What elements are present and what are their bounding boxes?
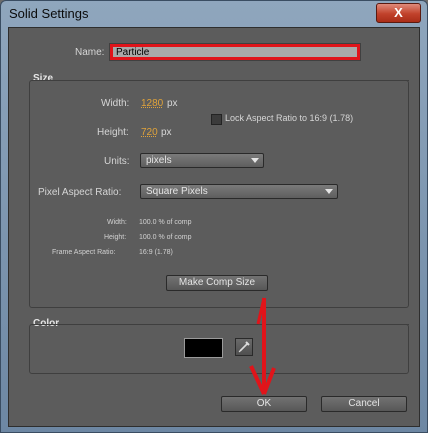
width-label: Width: (101, 98, 130, 109)
units-dropdown[interactable]: pixels (140, 153, 264, 168)
annotation-arrow-icon (249, 297, 276, 395)
pixel-aspect-ratio-value: Square Pixels (146, 186, 208, 197)
cancel-button[interactable]: Cancel (321, 396, 407, 412)
window-title: Solid Settings (9, 6, 89, 21)
units-value: pixels (146, 155, 172, 166)
dialog-body: Name: Particle Size Width: 1280 px Lock … (8, 27, 420, 427)
pixel-aspect-ratio-dropdown[interactable]: Square Pixels (140, 184, 338, 199)
units-label: Units: (104, 156, 130, 167)
chevron-down-icon (251, 158, 259, 163)
info-width-value: 100.0 % of comp (139, 219, 192, 226)
info-frame-aspect-label: Frame Aspect Ratio: (52, 249, 116, 256)
width-unit: px (167, 98, 178, 109)
info-height-label: Height: (104, 234, 127, 241)
chevron-down-icon (325, 189, 333, 194)
make-comp-size-button[interactable]: Make Comp Size (166, 275, 268, 291)
lock-aspect-checkbox[interactable] (211, 114, 222, 125)
color-swatch[interactable] (184, 338, 223, 358)
title-bar[interactable]: Solid Settings X (1, 1, 427, 27)
width-value[interactable]: 1280 (141, 98, 163, 109)
height-label: Height: (97, 127, 129, 138)
name-input[interactable]: Particle (109, 43, 361, 61)
pixel-aspect-ratio-label: Pixel Aspect Ratio: (38, 187, 122, 198)
height-value[interactable]: 720 (141, 127, 158, 138)
name-label: Name: (75, 47, 105, 58)
lock-aspect-label: Lock Aspect Ratio to 16:9 (1.78) (225, 113, 354, 123)
solid-settings-window: Solid Settings X Name: Particle Size Wid… (0, 0, 428, 433)
close-button[interactable]: X (376, 3, 421, 23)
info-frame-aspect-value: 16:9 (1.78) (139, 249, 173, 256)
height-unit: px (161, 127, 172, 138)
info-height-value: 100.0 % of comp (139, 234, 192, 241)
info-width-label: Width: (107, 219, 127, 226)
